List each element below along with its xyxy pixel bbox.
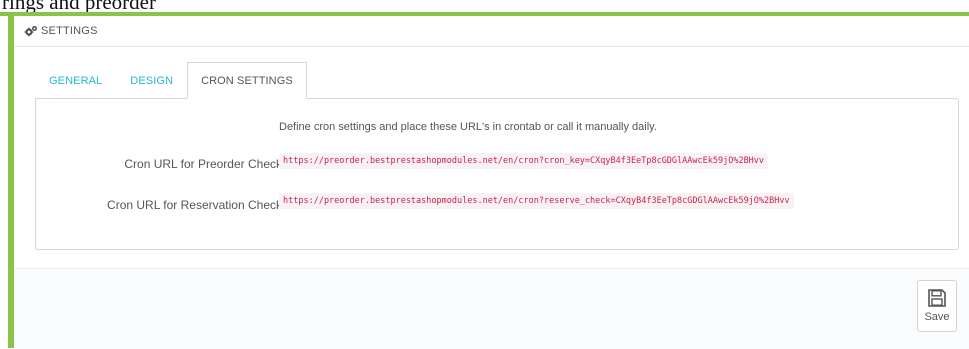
panel-title: SETTINGS [41, 25, 98, 37]
settings-panel: SETTINGS GENERAL DESIGN CRON SETTINGS De… [14, 16, 969, 349]
tab-cron-settings[interactable]: CRON SETTINGS [187, 62, 307, 99]
reservation-cron-url[interactable]: https://preorder.bestprestashopmodules.n… [279, 193, 794, 209]
gears-icon [24, 26, 37, 37]
panel-footer: Save [14, 268, 969, 349]
save-label: Save [924, 311, 950, 323]
tab-general[interactable]: GENERAL [35, 63, 116, 99]
tab-design[interactable]: DESIGN [116, 63, 187, 99]
cropped-top-text: rings and preorder [2, 0, 156, 14]
preorder-cron-url[interactable]: https://preorder.bestprestashopmodules.n… [279, 153, 769, 169]
save-button[interactable]: Save [917, 280, 957, 332]
reservation-cron-label: Cron URL for Reservation Check [107, 198, 282, 212]
tab-bar: GENERAL DESIGN CRON SETTINGS [35, 62, 307, 99]
panel-header: SETTINGS [14, 16, 969, 47]
preorder-cron-label: Cron URL for Preorder Check [124, 157, 282, 171]
cron-intro-text: Define cron settings and place these URL… [279, 121, 657, 133]
floppy-disk-icon [928, 289, 946, 307]
cron-settings-content: Define cron settings and place these URL… [35, 98, 959, 250]
